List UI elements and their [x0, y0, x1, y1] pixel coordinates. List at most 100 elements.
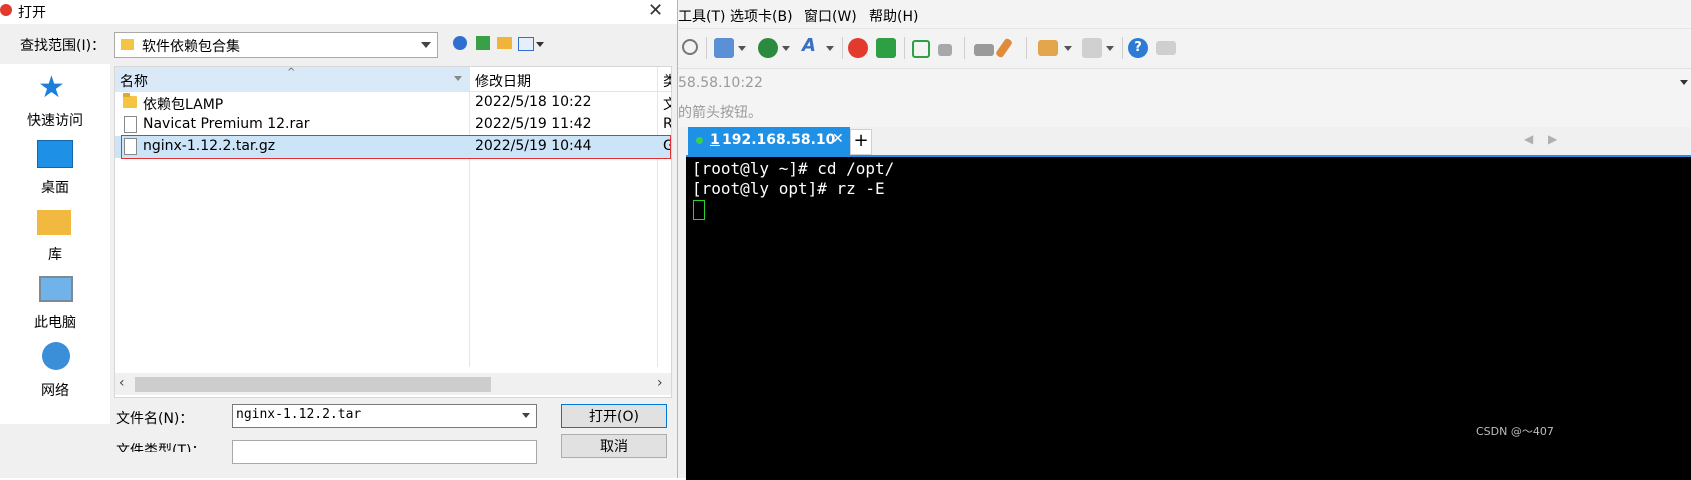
chevron-down-icon[interactable]: [1106, 46, 1114, 51]
folder-icon: [121, 39, 134, 50]
star-icon: ★: [38, 70, 65, 105]
help-icon[interactable]: ?: [1128, 38, 1148, 58]
hint-text: 的箭头按钮。: [678, 105, 762, 121]
column-modified-label: 修改日期: [475, 74, 531, 90]
filename-label: 文件名(N)：: [116, 411, 194, 427]
toolbar-separator: [842, 37, 843, 59]
file-list: 名称 ^ 修改日期 类 依赖包LAMP 2022/5/18 10:22 文 Na…: [114, 66, 672, 398]
chevron-down-icon[interactable]: [536, 42, 544, 47]
toolbar-separator: [1122, 37, 1123, 59]
hint-bar: 的箭头按钮。: [678, 99, 1691, 127]
tab-host: 192.168.58.10: [722, 132, 836, 148]
xshell-icon[interactable]: [848, 38, 868, 58]
sidebar-item-network[interactable]: 网络: [8, 340, 102, 404]
file-row[interactable]: 依赖包LAMP 2022/5/18 10:22 文: [115, 92, 671, 114]
chevron-down-icon[interactable]: [454, 76, 462, 81]
terminal-line: [root@ly opt]# rz -E: [692, 179, 885, 198]
folder-icon: [123, 93, 137, 108]
look-in-value: 软件依赖包合集: [142, 39, 240, 55]
menu-tools[interactable]: 工具(T): [678, 6, 725, 26]
sidebar-item-label: 快速访问: [27, 113, 83, 129]
filetype-dropdown[interactable]: [232, 440, 537, 464]
session-icon[interactable]: [714, 38, 734, 58]
sidebar-item-label: 库: [48, 247, 62, 263]
terminal-output[interactable]: [root@ly ~]# cd /opt/ [root@ly opt]# rz …: [686, 155, 1691, 480]
computer-icon: [39, 276, 73, 302]
fullscreen-icon[interactable]: [912, 40, 930, 58]
sort-ascending-icon: ^: [287, 67, 296, 78]
address-bar[interactable]: 58.58.10:22: [678, 68, 1691, 100]
close-icon[interactable]: ✕: [648, 0, 663, 21]
network-icon: [42, 342, 70, 370]
address-text: 58.58.10:22: [678, 75, 763, 91]
sidebar-item-this-pc[interactable]: 此电脑: [8, 272, 102, 336]
column-modified-header[interactable]: 修改日期: [470, 67, 657, 91]
sidebar-item-label: 网络: [41, 383, 69, 399]
menu-window[interactable]: 窗口(W): [804, 6, 857, 26]
view-menu-icon[interactable]: [518, 37, 534, 51]
chevron-down-icon[interactable]: [522, 413, 530, 418]
find-icon[interactable]: [682, 39, 698, 55]
places-sidebar: ★ 快速访问 桌面 库 此电脑 网络: [0, 64, 110, 424]
look-in-dropdown[interactable]: 软件依赖包合集: [114, 32, 438, 58]
file-row[interactable]: Navicat Premium 12.rar 2022/5/19 11:42 R: [115, 114, 671, 136]
xftp-icon[interactable]: [876, 38, 896, 58]
lock-icon[interactable]: [938, 44, 952, 56]
globe-icon[interactable]: [758, 38, 778, 58]
look-in-label: 查找范围(I)：: [20, 38, 106, 54]
terminal-cursor: [693, 200, 705, 220]
filetype-label: 文件类型(T)：: [116, 443, 206, 452]
address-dropdown-icon[interactable]: [1680, 80, 1688, 85]
desktop-icon: [37, 140, 73, 168]
library-icon: [37, 210, 71, 235]
column-name-header[interactable]: 名称 ^: [115, 67, 469, 91]
sidebar-item-label: 此电脑: [34, 315, 76, 331]
up-folder-icon[interactable]: [476, 36, 490, 50]
open-button[interactable]: 打开(O): [561, 404, 667, 428]
horizontal-scrollbar[interactable]: ‹ ›: [115, 373, 671, 395]
chevron-down-icon[interactable]: [1064, 46, 1072, 51]
chevron-down-icon[interactable]: [782, 46, 790, 51]
back-icon[interactable]: [453, 36, 467, 50]
highlight-box: [121, 135, 671, 159]
session-tab[interactable]: 1 192.168.58.10 ✕: [688, 127, 850, 155]
tab-scroll-left-icon[interactable]: ◀: [1524, 132, 1533, 146]
cancel-button[interactable]: 取消: [561, 434, 667, 458]
sidebar-item-library[interactable]: 库: [8, 204, 102, 268]
menu-tabs[interactable]: 选项卡(B): [730, 6, 793, 26]
keyboard-icon[interactable]: [974, 44, 994, 56]
menu-help[interactable]: 帮助(H): [869, 6, 918, 26]
tab-scroll-right-icon[interactable]: ▶: [1548, 132, 1557, 146]
tab-index: 1: [710, 132, 720, 148]
app-icon: [0, 4, 12, 16]
chevron-down-icon[interactable]: [421, 42, 431, 48]
new-folder-icon[interactable]: [1038, 40, 1058, 56]
highlighter-icon[interactable]: [994, 37, 1014, 59]
scrollbar-thumb[interactable]: [135, 377, 491, 392]
new-tab-button[interactable]: +: [850, 129, 872, 155]
sidebar-item-quick-access[interactable]: ★ 快速访问: [8, 70, 102, 134]
watermark: CSDN @～407: [1476, 425, 1554, 438]
new-folder-icon[interactable]: [497, 37, 512, 49]
filename-input[interactable]: nginx-1.12.2.tar: [232, 404, 537, 428]
scroll-right-icon[interactable]: ›: [657, 375, 663, 391]
close-tab-icon[interactable]: ✕: [832, 131, 844, 147]
column-type-header[interactable]: 类: [658, 67, 671, 91]
session-tab-strip: 1 192.168.58.10 ✕ + ◀ ▶: [678, 127, 1691, 155]
terminal-app-window: 工具(T) 选项卡(B) 窗口(W) 帮助(H) A ? 58.58.10:22: [678, 0, 1691, 480]
scroll-left-icon[interactable]: ‹: [119, 375, 125, 391]
font-icon[interactable]: A: [802, 35, 822, 56]
file-icon: [124, 116, 137, 133]
sidebar-item-label: 桌面: [41, 180, 69, 196]
sidebar-item-desktop[interactable]: 桌面: [8, 137, 102, 201]
layout-icon[interactable]: [1082, 38, 1102, 58]
column-header: 名称 ^ 修改日期 类: [115, 67, 671, 367]
chat-icon[interactable]: [1156, 41, 1176, 55]
terminal-line: [root@ly ~]# cd /opt/: [692, 159, 895, 178]
toolbar-separator: [964, 37, 965, 59]
filename-value: nginx-1.12.2.tar: [236, 407, 362, 422]
menu-bar: 工具(T) 选项卡(B) 窗口(W) 帮助(H): [678, 0, 1691, 28]
column-name-label: 名称: [120, 74, 148, 90]
chevron-down-icon[interactable]: [826, 46, 834, 51]
chevron-down-icon[interactable]: [738, 46, 746, 51]
